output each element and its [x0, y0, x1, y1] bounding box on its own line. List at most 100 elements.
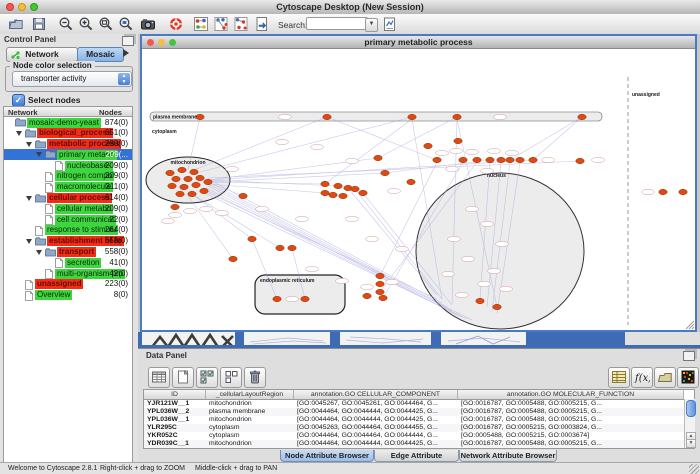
title-bar[interactable]: Cytoscape Desktop (New Session)	[0, 0, 700, 15]
help-icon[interactable]	[168, 16, 186, 33]
tree-item-label[interactable]: cell communicat	[55, 215, 116, 225]
import-attributes-icon[interactable]	[654, 367, 676, 388]
tree-item-label[interactable]: transport	[57, 247, 96, 257]
table-cell[interactable]: [GO:0045267, GO:0045261, GO:0044464, G..…	[294, 400, 458, 408]
column-header[interactable]: ID	[144, 390, 206, 400]
layout-a-icon[interactable]	[213, 16, 231, 33]
column-header[interactable]: annotation.GO MOLECULAR_FUNCTION	[458, 390, 684, 400]
tree-row-multi-organism-pro[interactable]: multi-organism pro42(0)	[4, 268, 132, 279]
expand-arrow-icon[interactable]	[26, 142, 32, 147]
annotation-icon[interactable]	[254, 16, 272, 33]
tab-edge-attribute-browser[interactable]: Edge Attribute Browser	[374, 450, 459, 462]
table-cell[interactable]: cytoplasm	[206, 424, 294, 432]
scroll-down-icon[interactable]: ▼	[686, 439, 696, 448]
search-dropdown-icon[interactable]: ▼	[365, 18, 378, 32]
tree-row-mosaic-demo-yeast[interactable]: mosaic-demo-yeast874(0)	[4, 117, 132, 128]
tree-row-primary-metabo[interactable]: primary metabo209(...	[4, 149, 132, 160]
tree-row-response-to-stimulu[interactable]: response to stimulu264(0)	[4, 225, 132, 236]
expand-arrow-icon[interactable]	[16, 131, 22, 136]
vizmapper-icon[interactable]	[193, 16, 211, 33]
tree-item-label[interactable]: biological_process	[37, 128, 113, 138]
column-header[interactable]: _cellularLayoutRegion	[206, 390, 294, 400]
float-data-panel-icon[interactable]	[683, 351, 695, 361]
delete-attribute-icon[interactable]	[244, 367, 266, 388]
table-cell[interactable]: cytoplasm	[206, 432, 294, 440]
scrollbar-thumb[interactable]	[686, 400, 696, 417]
tree-row-nitrogen-compo[interactable]: nitrogen compo209(0)	[4, 171, 132, 182]
tree-item-label[interactable]: unassigned	[35, 279, 83, 289]
table-cell[interactable]: mitochondrion	[206, 400, 294, 408]
attribute-table-icon[interactable]	[608, 367, 630, 388]
expand-arrow-icon[interactable]	[26, 196, 32, 201]
tab-scroll-right-icon[interactable]	[123, 49, 129, 57]
matrix-icon[interactable]	[677, 367, 699, 388]
table-cell[interactable]: plasma membrane	[206, 408, 294, 416]
table-row[interactable]: YPL036W__1mitochondrion[GO:0044464, GO:0…	[144, 416, 694, 424]
tree-item-label[interactable]: secretion	[65, 258, 101, 268]
float-panel-icon[interactable]	[122, 36, 134, 46]
table-cell[interactable]: [GO:0044464, GO:0044444, GO:0044425, G..…	[294, 440, 458, 448]
table-row[interactable]: YDR039C__1mitochondrion[GO:0044464, GO:0…	[144, 440, 694, 448]
expand-arrow-icon[interactable]	[26, 239, 32, 244]
layout-b-icon[interactable]	[233, 16, 251, 33]
table-cell[interactable]: [GO:0045263, GO:0044464, GO:0044455, G..…	[294, 424, 458, 432]
table-scrollbar[interactable]: ▲ ▼	[684, 399, 695, 448]
expand-arrow-icon[interactable]	[36, 152, 42, 157]
open-file-icon[interactable]	[8, 16, 26, 33]
table-cell[interactable]: YPL036W__1	[144, 416, 206, 424]
table-row[interactable]: YLR295Ccytoplasm[GO:0045263, GO:0044464,…	[144, 424, 694, 432]
table-cell[interactable]: [GO:0044464, GO:0044444, GO:0044425, G..…	[294, 416, 458, 424]
select-attributes-icon[interactable]	[196, 367, 218, 388]
table-cell[interactable]: [GO:0044464, GO:0044444, GO:0044425, G..…	[294, 408, 458, 416]
tree-row-overview[interactable]: Overview8(0)	[4, 290, 132, 301]
table-cell[interactable]: YKR052C	[144, 432, 206, 440]
tree-row-nucleobase-[interactable]: nucleobase-209(0)	[4, 160, 132, 171]
function-builder-icon[interactable]: f(x)	[631, 367, 653, 388]
tree-row-establishment-of-lo[interactable]: establishment of lo558(0)	[4, 236, 132, 247]
tab-network-attribute-browser[interactable]: Network Attribute Browser	[459, 450, 557, 462]
filter-doc-icon[interactable]	[382, 16, 400, 33]
resize-grip[interactable]	[689, 464, 699, 474]
table-cell[interactable]: YDR039C__1	[144, 440, 206, 448]
tree-row-cellular-metabo[interactable]: cellular metabo209(0)	[4, 203, 132, 214]
tree-row-cell-communicat[interactable]: cell communicat22(0)	[4, 214, 132, 225]
zoom-fit-icon[interactable]	[98, 16, 116, 33]
table-cell[interactable]: YPL036W__2	[144, 408, 206, 416]
tree-row-biological-process[interactable]: biological_process651(0)	[4, 128, 132, 139]
search-input[interactable]	[306, 17, 368, 30]
tree-col-network[interactable]: Network	[3, 106, 96, 117]
table-row[interactable]: YPL036W__2plasma membrane[GO:0044464, GO…	[144, 408, 694, 416]
table-cell[interactable]: mitochondrion	[206, 440, 294, 448]
tree-item-label[interactable]: mosaic-demo-yeast	[27, 118, 101, 128]
tree-row-unassigned[interactable]: unassigned223(0)	[4, 279, 132, 290]
network-view-titlebar[interactable]: primary metabolic process	[142, 36, 695, 49]
tree-row-cellular-process[interactable]: cellular process614(0)	[4, 193, 132, 204]
column-header[interactable]: annotation.GO CELLULAR_COMPONENT	[294, 390, 458, 400]
network-tree[interactable]: mosaic-demo-yeast874(0)biological_proces…	[3, 117, 133, 474]
table-cell[interactable]: YLR295C	[144, 424, 206, 432]
zoom-out-icon[interactable]	[58, 16, 76, 33]
new-attribute-icon[interactable]	[172, 367, 194, 388]
save-session-icon[interactable]	[31, 16, 49, 33]
zoom-in-icon[interactable]	[78, 16, 96, 33]
expand-arrow-icon[interactable]	[36, 250, 42, 255]
zoom-selected-icon[interactable]	[118, 16, 136, 33]
network-view-frame[interactable]: primary metabolic process plasma membran…	[140, 34, 697, 332]
tab-node-attribute-browser[interactable]: Node Attribute Browser	[280, 450, 374, 462]
snapshot-icon[interactable]	[140, 16, 158, 33]
tree-row-metabolic-process[interactable]: metabolic process280(0)	[4, 139, 132, 150]
table-cell[interactable]: [GO:0016787, GO:0005488, GO:0005215, G..…	[458, 416, 684, 424]
tree-row-macromolecule[interactable]: macromolecule311(0)	[4, 182, 132, 193]
tree-row-transport[interactable]: transport558(0)	[4, 247, 132, 258]
network-view-canvas[interactable]: plasma membranecytoplasmmitochondrionnuc…	[142, 49, 695, 330]
table-cell[interactable]: YJR121W__1	[144, 400, 206, 408]
tree-item-label[interactable]: Overview	[35, 290, 72, 300]
table-cell[interactable]: [GO:0044464, GO:0044464, GO:0044444, G..…	[294, 432, 458, 440]
table-cell[interactable]: [GO:0016787, GO:0005488, GO:0005215, G..…	[458, 440, 684, 448]
tree-row-secretion[interactable]: secretion41(0)	[4, 257, 132, 268]
node-color-dropdown[interactable]: transporter activity ▲▼	[12, 71, 132, 87]
table-cell[interactable]: [GO:0005488, GO:0005215, GO:0003674]	[458, 432, 684, 440]
table-row[interactable]: YJR121W__1mitochondrion[GO:0045267, GO:0…	[144, 400, 694, 408]
unselect-attributes-icon[interactable]	[220, 367, 242, 388]
tree-item-label[interactable]: cellular process	[47, 193, 112, 203]
